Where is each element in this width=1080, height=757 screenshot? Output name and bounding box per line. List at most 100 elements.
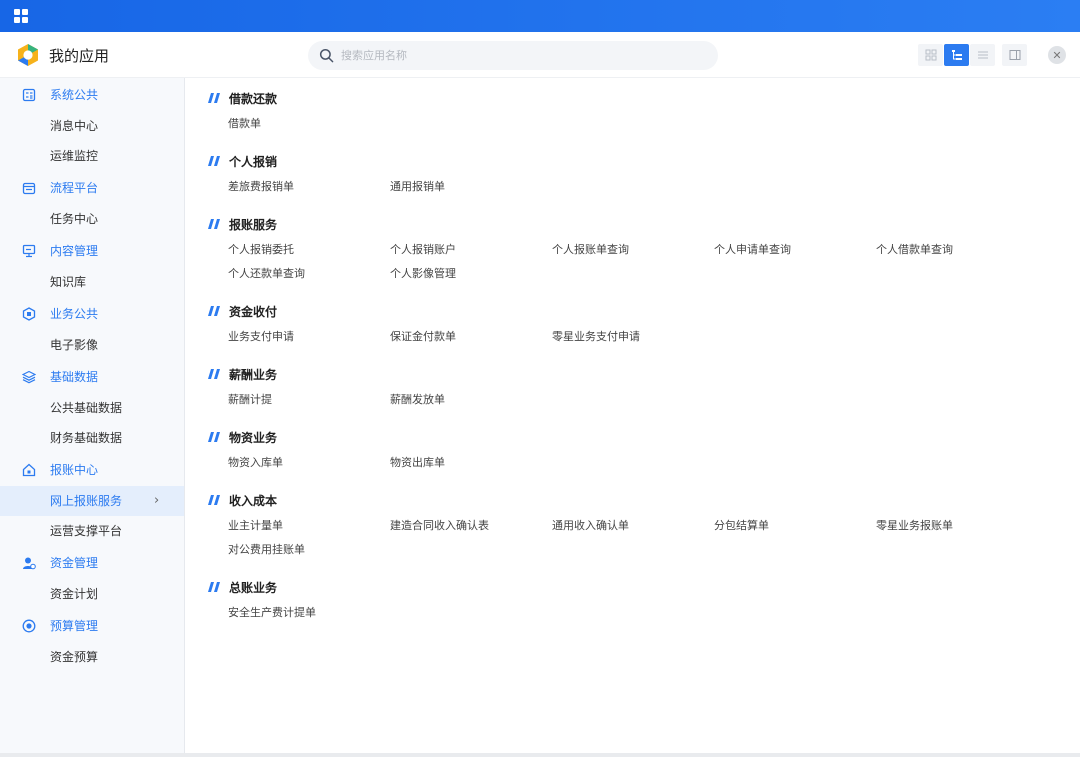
app-link[interactable]: 个人还款单查询 xyxy=(228,262,390,286)
sidebar-item[interactable]: 财务基础数据› xyxy=(0,423,184,453)
app-link[interactable]: 个人借款单查询 xyxy=(876,238,1038,262)
sidebar-item-label: 公共基础数据 xyxy=(50,401,123,415)
sidebar-item[interactable]: 公共基础数据› xyxy=(0,393,184,423)
sidebar-group[interactable]: 系统公共 xyxy=(0,78,184,111)
app-link[interactable]: 通用收入确认单 xyxy=(552,514,714,538)
sidebar-group-label: 业务公共 xyxy=(50,307,99,321)
app-link[interactable]: 物资入库单 xyxy=(228,451,390,475)
section-app-grid: 安全生产费计提单 xyxy=(208,601,1068,625)
monitor-icon xyxy=(22,244,36,257)
double-slash-icon xyxy=(208,156,220,166)
apps-grid-icon[interactable] xyxy=(14,9,28,23)
app-link[interactable]: 薪酬发放单 xyxy=(390,388,552,412)
section-header: 报账服务 xyxy=(208,210,1068,238)
app-link[interactable]: 差旅费报销单 xyxy=(228,175,390,199)
list-view-button[interactable] xyxy=(970,44,995,66)
sidebar-item[interactable]: 消息中心› xyxy=(0,111,184,141)
search-input[interactable] xyxy=(341,45,701,66)
target-icon xyxy=(22,619,36,632)
app-section: 借款还款 借款单 xyxy=(208,84,1068,136)
app-link[interactable]: 安全生产费计提单 xyxy=(228,601,390,625)
sidebar-item-label: 运维监控 xyxy=(50,149,99,163)
app-link[interactable]: 分包结算单 xyxy=(714,514,876,538)
app-link[interactable]: 薪酬计提 xyxy=(228,388,390,412)
sidebar-group-label: 资金管理 xyxy=(50,556,99,570)
sidebar-item-label: 知识库 xyxy=(50,275,87,289)
app-link[interactable]: 建造合同收入确认表 xyxy=(390,514,552,538)
sidebar-item[interactable]: 网上报账服务 › xyxy=(0,486,184,516)
search-icon xyxy=(319,48,334,63)
bottom-scroll-track xyxy=(0,753,1080,757)
app-header: 我的应用 ✕ xyxy=(0,32,1080,78)
app-link[interactable]: 借款单 xyxy=(228,112,390,136)
app-section: 收入成本 业主计量单 建造合同收入确认表 通用收入确认单 分包结算单 零星业务报账单 对公费… xyxy=(208,486,1068,562)
grid-view-button[interactable] xyxy=(918,44,943,66)
sidebar-group[interactable]: 资金管理 xyxy=(0,546,184,579)
app-link[interactable]: 个人报销账户 xyxy=(390,238,552,262)
section-app-grid: 业主计量单 建造合同收入确认表 通用收入确认单 分包结算单 零星业务报账单对公费用挂账单 xyxy=(208,514,1068,562)
sidebar-item-label: 消息中心 xyxy=(50,119,99,133)
sidebar-group[interactable]: 预算管理 xyxy=(0,609,184,642)
app-link[interactable]: 通用报销单 xyxy=(390,175,552,199)
side-panel-icon xyxy=(1009,50,1020,60)
app-link[interactable]: 个人报账单查询 xyxy=(552,238,714,262)
section-app-grid: 借款单 xyxy=(208,112,1068,136)
sidebar-group-label: 内容管理 xyxy=(50,244,99,258)
double-slash-icon xyxy=(208,93,220,103)
collapse-panel-button[interactable] xyxy=(1002,44,1027,66)
app-link[interactable]: 保证金付款单 xyxy=(390,325,552,349)
double-slash-icon xyxy=(208,369,220,379)
hexagon-icon xyxy=(22,306,36,321)
sidebar-item[interactable]: 资金计划› xyxy=(0,579,184,609)
close-icon: ✕ xyxy=(1052,48,1062,62)
tree-view-icon xyxy=(951,50,962,60)
sidebar-group-label: 基础数据 xyxy=(50,370,99,384)
double-slash-icon xyxy=(208,495,220,505)
sidebar-group[interactable]: 报账中心 xyxy=(0,453,184,486)
sidebar-item[interactable]: 任务中心› xyxy=(0,204,184,234)
double-slash-icon xyxy=(208,219,220,229)
app-link[interactable]: 零星业务支付申请 xyxy=(552,325,714,349)
sidebar-group[interactable]: 基础数据 xyxy=(0,360,184,393)
section-header: 个人报销 xyxy=(208,147,1068,175)
sidebar-group[interactable]: 内容管理 xyxy=(0,234,184,267)
sidebar-item[interactable]: 运营支撑平台› xyxy=(0,516,184,546)
sidebar-item-label: 网上报账服务 xyxy=(50,494,123,508)
section-title: 个人报销 xyxy=(229,154,278,169)
sidebar-nav: 系统公共消息中心›运维监控›流程平台任务中心›内容管理知识库›业务公共电子影像›… xyxy=(0,78,185,757)
section-title: 报账服务 xyxy=(229,217,278,232)
app-link[interactable]: 个人报销委托 xyxy=(228,238,390,262)
double-slash-icon xyxy=(208,432,220,442)
app-link[interactable]: 业主计量单 xyxy=(228,514,390,538)
sidebar-item[interactable]: 资金预算› xyxy=(0,642,184,672)
page-title: 我的应用 xyxy=(49,47,110,65)
user-coin-icon xyxy=(23,557,36,569)
house-icon xyxy=(22,463,36,476)
section-header: 资金收付 xyxy=(208,297,1068,325)
sidebar-group[interactable]: 流程平台 xyxy=(0,171,184,204)
chevron-right-icon: › xyxy=(154,493,160,508)
app-link[interactable]: 个人影像管理 xyxy=(390,262,552,286)
sidebar-item[interactable]: 知识库› xyxy=(0,267,184,297)
list-view-icon xyxy=(977,51,988,59)
app-section: 个人报销差旅费报销单 通用报销单 xyxy=(208,147,1068,199)
close-button[interactable]: ✕ xyxy=(1048,46,1066,64)
sidebar-item[interactable]: 电子影像› xyxy=(0,330,184,360)
sidebar-item-label: 运营支撑平台 xyxy=(50,524,123,538)
app-link[interactable]: 零星业务报账单 xyxy=(876,514,1038,538)
app-link[interactable]: 个人申请单查询 xyxy=(714,238,876,262)
section-title: 薪酬业务 xyxy=(229,367,278,382)
sidebar-group[interactable]: 业务公共 xyxy=(0,297,184,330)
app-link[interactable]: 物资出库单 xyxy=(390,451,552,475)
sidebar-item[interactable]: 运维监控› xyxy=(0,141,184,171)
section-header: 薪酬业务 xyxy=(208,360,1068,388)
layers-icon xyxy=(22,370,36,383)
app-link[interactable]: 对公费用挂账单 xyxy=(228,538,390,562)
app-section: 资金收付业务支付申请 保证金付款单 零星业务支付申请 xyxy=(208,297,1068,349)
section-title: 资金收付 xyxy=(229,304,278,319)
search-box[interactable] xyxy=(308,41,718,70)
sidebar-group-label: 预算管理 xyxy=(50,619,99,633)
top-bar xyxy=(0,0,1080,32)
tree-view-button[interactable] xyxy=(944,44,969,66)
app-link[interactable]: 业务支付申请 xyxy=(228,325,390,349)
